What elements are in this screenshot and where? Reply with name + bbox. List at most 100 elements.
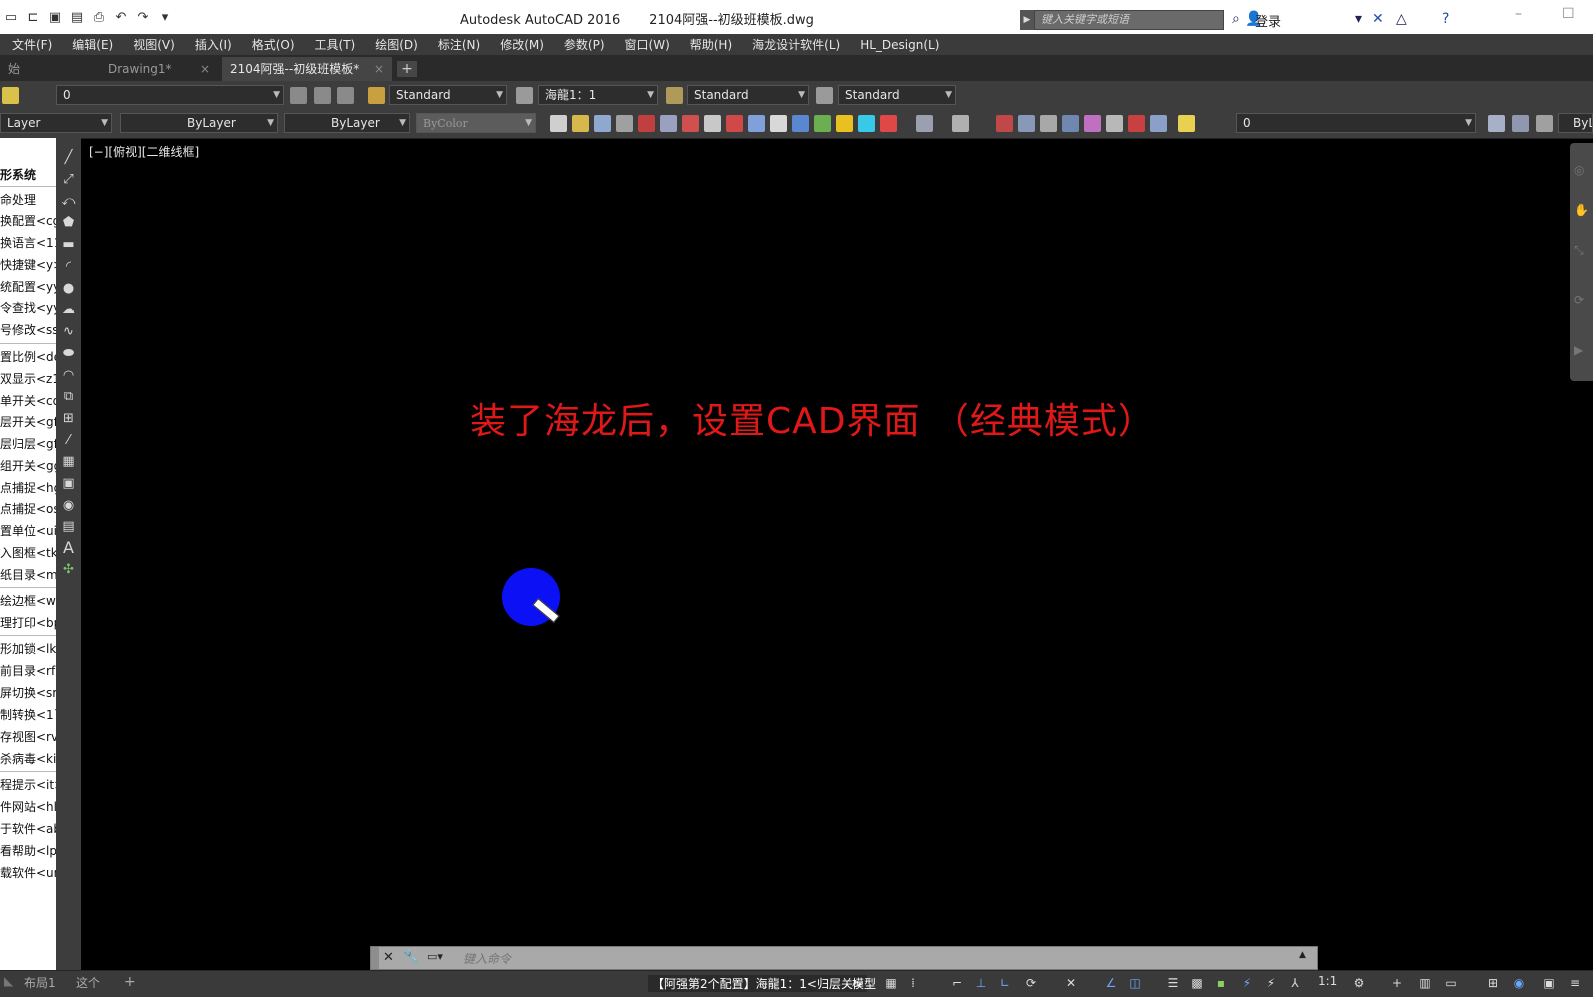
dim-style-icon[interactable] xyxy=(516,87,533,104)
maximize-icon[interactable]: ☐ xyxy=(1562,6,1575,22)
construction-line-icon[interactable]: ⤢ xyxy=(61,172,76,187)
layer-state-icon[interactable] xyxy=(2,87,19,104)
panel-item[interactable]: 纸目录<ml> xyxy=(0,565,56,585)
customize-icon[interactable]: ≡ xyxy=(1568,976,1582,990)
transparency-icon[interactable]: ☰ xyxy=(1166,976,1180,990)
showmotion-icon[interactable]: ▶ xyxy=(1574,343,1583,357)
tab-close-icon[interactable]: × xyxy=(374,57,384,81)
panel-item[interactable]: 层归层<gff xyxy=(0,434,56,454)
rectangle-icon[interactable]: ▬ xyxy=(61,237,76,252)
layer-states-icon[interactable] xyxy=(337,87,354,104)
panel-item[interactable]: 存视图<rv> xyxy=(0,727,56,747)
spline-icon[interactable]: ∿ xyxy=(61,324,76,339)
redo-icon[interactable]: ↷ xyxy=(134,8,152,26)
eraser-icon[interactable] xyxy=(996,115,1013,132)
panel-item[interactable]: 换配置<cg> xyxy=(0,211,56,231)
menu-edit[interactable]: 编辑(E) xyxy=(72,36,113,53)
menu-help[interactable]: 帮助(H) xyxy=(690,36,732,53)
ellipse-arc-icon[interactable]: ◠ xyxy=(61,368,76,383)
hailong-tool-9-icon[interactable] xyxy=(726,115,743,132)
ellipse-icon[interactable]: ⬬ xyxy=(61,346,76,361)
array-tool-icon[interactable] xyxy=(1106,115,1123,132)
panel-item[interactable]: 层开关<gf> xyxy=(0,412,56,432)
layer-manager-icon[interactable] xyxy=(1150,115,1167,132)
hailong-tool-3-icon[interactable] xyxy=(594,115,611,132)
polyline-icon[interactable]: ⤺ xyxy=(61,194,76,209)
save-icon[interactable]: ▣ xyxy=(46,8,64,26)
steering-wheel-icon[interactable]: ◎ xyxy=(1574,163,1584,177)
layer-control-dropdown[interactable]: Layer ▼ xyxy=(0,113,112,133)
save-as-icon[interactable]: ▤ xyxy=(68,8,86,26)
menu-parametric[interactable]: 参数(P) xyxy=(564,36,605,53)
command-input[interactable] xyxy=(461,949,1285,969)
layout-tab[interactable]: 布局1 xyxy=(24,974,56,991)
menu-draw[interactable]: 绘图(D) xyxy=(375,36,418,53)
new-icon[interactable]: ▭ xyxy=(2,8,20,26)
dim-style-dropdown[interactable]: 海龍1：1 ▼ xyxy=(538,85,658,105)
isolate-objects-icon[interactable]: ⊞ xyxy=(1486,976,1500,990)
menu-file[interactable]: 文件(F) xyxy=(12,36,52,53)
panel-item[interactable]: 载软件<unk xyxy=(0,863,56,883)
zoom-extents-icon[interactable]: ⤡ xyxy=(1574,243,1584,258)
region-icon[interactable]: ◉ xyxy=(61,498,76,513)
color-dropdown-edge[interactable]: ByL xyxy=(1558,113,1593,133)
move-tool-icon[interactable] xyxy=(1128,115,1145,132)
bulb-icon[interactable] xyxy=(1178,115,1195,132)
table-style-icon[interactable] xyxy=(666,87,683,104)
workspace-gear-icon[interactable]: ⚙ xyxy=(1352,976,1366,990)
clean-screen-icon[interactable]: ▣ xyxy=(1542,976,1556,990)
modify-tool-icon[interactable] xyxy=(1018,115,1035,132)
search-expand-icon[interactable]: ▶ xyxy=(1020,10,1034,30)
panel-item[interactable]: 形加锁<lk> xyxy=(0,639,56,659)
print-icon[interactable]: ⎙ xyxy=(90,8,108,26)
panel-item[interactable]: 命处理 xyxy=(0,190,56,210)
hailong-tool-8-icon[interactable] xyxy=(704,115,721,132)
search-input[interactable]: 键入关键字或短语 xyxy=(1034,10,1224,30)
undo-icon[interactable]: ↶ xyxy=(112,8,130,26)
binoculars-icon[interactable]: ⌕ xyxy=(1232,11,1240,27)
orbit-icon[interactable]: ⟳ xyxy=(1574,293,1584,307)
hailong-tool-16-icon[interactable] xyxy=(880,115,897,132)
panel-item[interactable]: 入图框<tk> xyxy=(0,543,56,563)
minimize-icon[interactable]: – xyxy=(1515,6,1522,22)
osnap-tracking-icon[interactable]: ✕ xyxy=(1064,976,1078,990)
tab-drawing1[interactable]: Drawing1* × xyxy=(100,57,218,81)
scale-value[interactable]: 1:1 xyxy=(1318,974,1337,988)
hailong-tool-14-icon[interactable] xyxy=(836,115,853,132)
mirror-tool-icon[interactable] xyxy=(1062,115,1079,132)
make-block-icon[interactable]: ⊞ xyxy=(61,411,76,426)
arc-icon[interactable]: ◜ xyxy=(61,259,76,274)
panel-item[interactable]: 令查找<yyy xyxy=(0,298,56,318)
panel-item[interactable]: 置比例<de> xyxy=(0,347,56,367)
layer-match-icon[interactable] xyxy=(290,87,307,104)
insert-block-icon[interactable]: ⧉ xyxy=(61,389,76,404)
panel-item[interactable]: 单开关<cdk xyxy=(0,391,56,411)
panel-item[interactable]: 屏切换<sr> xyxy=(0,683,56,703)
polygon-icon[interactable]: ⬟ xyxy=(61,215,76,230)
close-icon[interactable]: ✕ xyxy=(383,950,394,965)
table-style-dropdown[interactable]: Standard ▼ xyxy=(687,85,809,105)
command-history-icon[interactable]: ▲ xyxy=(1299,950,1306,960)
hardware-acceleration-icon[interactable]: ◉ xyxy=(1512,976,1526,990)
hailong-tool-7-icon[interactable] xyxy=(682,115,699,132)
annotation-visibility-icon[interactable]: ⚡ xyxy=(1240,976,1254,990)
model-tab-icon[interactable]: ◣ xyxy=(4,974,13,988)
infer-icon[interactable]: ⌐ xyxy=(950,976,964,990)
panel-item[interactable]: 程提示<it> xyxy=(0,775,56,795)
grid-icon[interactable]: ▦ xyxy=(884,976,898,990)
wrench-icon[interactable]: 🔧 xyxy=(403,950,419,965)
layout-tab[interactable]: 这个 xyxy=(76,974,100,991)
panel-item[interactable]: 换语言<111 xyxy=(0,233,56,253)
add-layout-icon[interactable]: + xyxy=(124,974,136,990)
copy-tool-icon[interactable] xyxy=(1040,115,1057,132)
mleader-style-dropdown[interactable]: Standard ▼ xyxy=(838,85,956,105)
pan-icon[interactable]: ✋ xyxy=(1574,203,1589,217)
menu-window[interactable]: 窗口(W) xyxy=(625,36,670,53)
mtext-icon[interactable]: A xyxy=(61,540,76,556)
annotation-scale-icon[interactable]: ⅄ xyxy=(1288,976,1302,990)
menu-dimension[interactable]: 标注(N) xyxy=(438,36,480,53)
hailong-tool-12-icon[interactable] xyxy=(792,115,809,132)
panel-item[interactable]: 统配置<yy> xyxy=(0,277,56,297)
layer-walk-icon[interactable] xyxy=(1512,115,1529,132)
text-style-icon[interactable] xyxy=(368,87,385,104)
